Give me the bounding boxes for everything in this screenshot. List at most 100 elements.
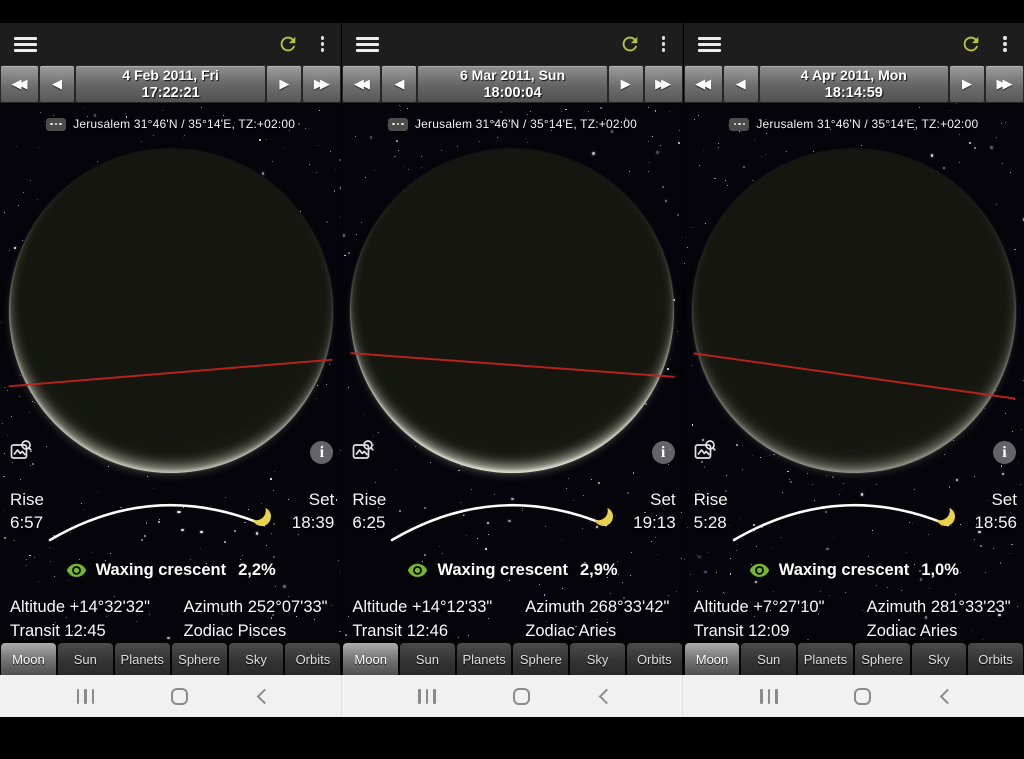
fast-rewind-button[interactable]: ◀◀ [684,66,722,102]
data-column-right: Azimuth 281°33'23" Zodiac Aries Distance… [867,595,1020,640]
step-forward-button[interactable]: ▶ [608,66,643,102]
moon-path-arc [48,503,266,542]
app-toolbar [0,23,342,65]
recents-button[interactable] [754,683,784,710]
altitude-row: Altitude +14°32'32" [10,598,150,616]
datetime-display[interactable]: 4 Apr 2011, Mon 18:14:59 [759,66,948,102]
tab-planets[interactable]: Planets [114,643,170,675]
date-navigation-bar: ◀◀ ◀ 6 Mar 2011, Sun 18:00:04 ▶ ▶▶ [342,65,683,103]
datetime-display[interactable]: 4 Feb 2011, Fri 17:22:21 [76,66,266,102]
step-back-button[interactable]: ◀ [382,66,417,102]
status-bar [0,0,1024,23]
menu-hamburger-icon[interactable] [14,36,37,52]
tab-sphere[interactable]: Sphere [513,643,569,675]
tab-moon[interactable]: Moon [684,643,740,675]
moon-data-grid: Altitude +14°32'32" Transit 12:45 Age 1d… [10,595,337,640]
step-forward-button[interactable]: ▶ [949,66,984,102]
tab-sky[interactable]: Sky [228,643,284,675]
location-bubble-icon [728,117,750,131]
tab-planets[interactable]: Planets [798,643,853,675]
menu-hamburger-icon[interactable] [356,36,380,52]
photo-zoom-icon[interactable] [351,439,375,463]
refresh-icon[interactable] [619,33,641,55]
back-button[interactable] [256,688,273,704]
back-button[interactable] [939,688,956,704]
rise-block: Rise 6:57 [10,488,44,535]
recents-button[interactable] [71,683,101,710]
rise-block: Rise 5:28 [694,488,728,535]
tab-sphere[interactable]: Sphere [171,643,227,675]
overflow-menu-icon[interactable] [657,34,671,54]
tab-moon[interactable]: Moon [1,643,56,675]
info-icon[interactable]: i [992,441,1016,464]
tab-moon[interactable]: Moon [343,643,399,675]
sky-view: Jerusalem 31°46'N / 35°14'E, TZ:+02:00 i… [0,103,342,640]
menu-hamburger-icon[interactable] [697,36,721,52]
tab-orbits[interactable]: Orbits [968,643,1023,675]
phase-name: Waxing crescent [437,561,568,579]
nav-group [682,675,1024,717]
home-button[interactable] [512,687,530,705]
step-back-button[interactable]: ◀ [40,66,74,102]
moon-data-grid: Altitude +7°27'10" Transit 12:09 Age 1d1… [694,595,1020,640]
tab-sun[interactable]: Sun [400,643,455,675]
visibility-eye-icon [408,563,428,577]
home-button[interactable] [854,687,872,705]
overflow-menu-icon[interactable] [315,34,329,54]
data-column-right: Azimuth 268°33'42" Zodiac Aries Distance… [525,595,678,640]
moon-panel: ◀◀ ◀ 4 Apr 2011, Mon 18:14:59 ▶ ▶▶ Jerus… [682,23,1024,675]
date-text: 6 Mar 2011, Sun [459,66,566,83]
fast-forward-button[interactable]: ▶▶ [644,66,682,102]
moon-disc[interactable] [8,149,333,473]
overflow-menu-icon[interactable] [998,34,1012,54]
location-text: Jerusalem 31°46'N / 35°14'E, TZ:+02:00 [73,117,296,131]
data-column-left: Altitude +14°32'32" Transit 12:45 Age 1d… [10,595,183,640]
zodiac-row: Zodiac Pisces [183,622,287,640]
fast-forward-button[interactable]: ▶▶ [303,66,341,102]
date-navigation-bar: ◀◀ ◀ 4 Feb 2011, Fri 17:22:21 ▶ ▶▶ [0,65,342,103]
location-row[interactable]: Jerusalem 31°46'N / 35°14'E, TZ:+02:00 [0,117,341,131]
rise-time: 6:25 [352,513,386,532]
phase-percent: 2,2% [238,561,276,579]
moon-panel: ◀◀ ◀ 4 Feb 2011, Fri 17:22:21 ▶ ▶▶ Jerus… [0,23,342,675]
app-toolbar [342,23,683,65]
step-forward-button[interactable]: ▶ [267,66,302,102]
phase-row: Waxing crescent 2,2% [0,561,341,580]
data-column-left: Altitude +14°12'33" Transit 12:46 Age 1d… [352,595,525,640]
tab-orbits[interactable]: Orbits [285,643,341,675]
refresh-icon[interactable] [277,33,299,55]
visibility-eye-icon [749,563,769,577]
set-time: 18:56 [974,513,1017,532]
home-button[interactable] [171,687,189,705]
fast-rewind-button[interactable]: ◀◀ [343,66,381,102]
moon-path-arc [391,503,608,542]
photo-zoom-icon[interactable] [9,439,33,463]
back-button[interactable] [598,688,614,704]
phase-name: Waxing crescent [95,561,227,579]
sky-view: Jerusalem 31°46'N / 35°14'E, TZ:+02:00 i… [342,103,683,640]
photo-zoom-icon[interactable] [693,439,717,463]
tab-sun[interactable]: Sun [57,643,113,675]
phase-row: Waxing crescent 1,0% [684,561,1024,580]
step-back-button[interactable]: ◀ [723,66,758,102]
tab-orbits[interactable]: Orbits [626,643,682,675]
nav-group [340,675,683,717]
tab-sphere[interactable]: Sphere [854,643,910,675]
tab-planets[interactable]: Planets [456,643,512,675]
moon-disc[interactable] [350,149,675,473]
fast-forward-button[interactable]: ▶▶ [985,66,1023,102]
nav-group [0,675,341,717]
location-row[interactable]: Jerusalem 31°46'N / 35°14'E, TZ:+02:00 [684,117,1024,131]
datetime-display[interactable]: 6 Mar 2011, Sun 18:00:04 [418,66,607,102]
tab-sky[interactable]: Sky [570,643,625,675]
recents-button[interactable] [412,683,442,710]
info-icon[interactable]: i [651,441,675,464]
rise-label: Rise [693,490,728,509]
fast-rewind-button[interactable]: ◀◀ [1,66,38,102]
location-bubble-icon [45,117,67,131]
location-row[interactable]: Jerusalem 31°46'N / 35°14'E, TZ:+02:00 [342,117,682,131]
moon-disc[interactable] [691,149,1016,473]
refresh-icon[interactable] [960,33,982,55]
tab-sun[interactable]: Sun [741,643,797,675]
tab-sky[interactable]: Sky [911,643,967,675]
